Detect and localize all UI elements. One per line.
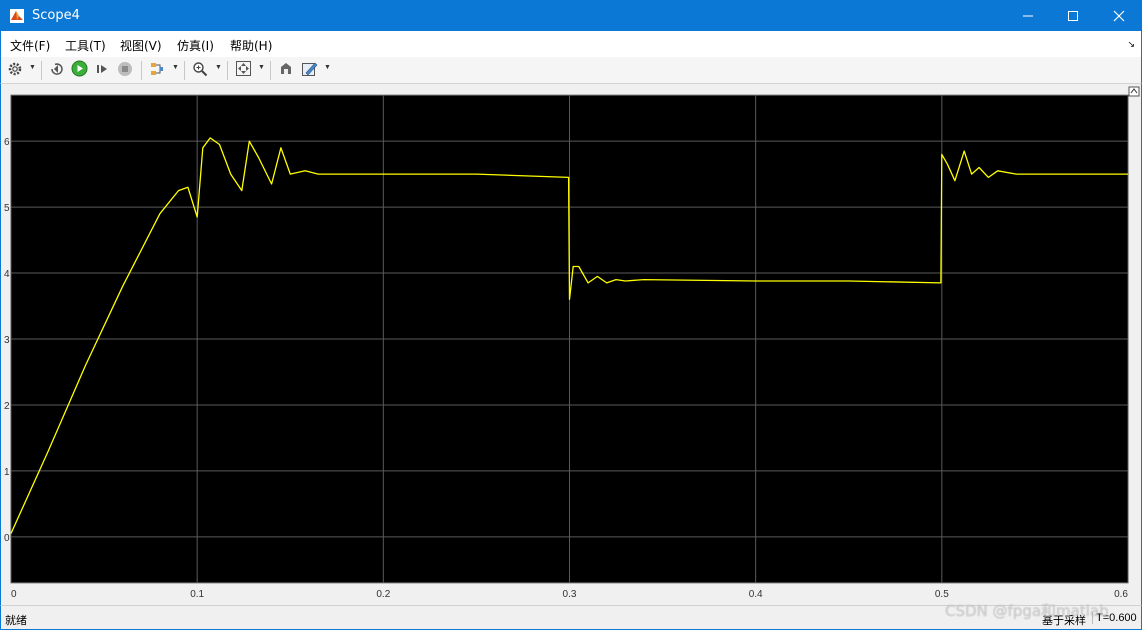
restore-view-button[interactable] bbox=[277, 61, 295, 79]
y-tick-label: 5 bbox=[4, 203, 10, 214]
maximize-button[interactable] bbox=[1050, 0, 1096, 31]
toolbar-separator bbox=[227, 61, 228, 80]
autoscale-icon bbox=[235, 60, 252, 80]
window-title: Scope4 bbox=[32, 8, 80, 23]
close-button[interactable] bbox=[1096, 0, 1142, 31]
x-tick-label: 0.1 bbox=[190, 589, 204, 600]
restore-icon bbox=[278, 61, 294, 80]
run-button[interactable] bbox=[70, 60, 88, 80]
toolbar-separator bbox=[184, 61, 185, 80]
menu-tools[interactable]: 工具(T) bbox=[65, 37, 106, 54]
menu-view[interactable]: 视图(V) bbox=[120, 37, 162, 54]
x-tick-label: 0.5 bbox=[935, 589, 949, 600]
y-tick-label: 0 bbox=[4, 533, 10, 544]
scope-plot[interactable]: 0 0.1 0.2 0.3 0.4 0.5 0.6 0 1 2 3 4 5 6 bbox=[1, 84, 1141, 605]
maximize-icon bbox=[1067, 10, 1079, 22]
toolbar-separator bbox=[41, 61, 42, 80]
minimize-icon bbox=[1022, 10, 1034, 22]
watermark: CSDN @fpga和matlab bbox=[945, 602, 1109, 620]
zoom-button[interactable] bbox=[191, 61, 209, 79]
highlight-dropdown-icon[interactable]: ▼ bbox=[172, 64, 179, 71]
dock-arrow-icon[interactable]: ↘ bbox=[1127, 39, 1135, 50]
title-bar: Scope4 bbox=[0, 0, 1142, 31]
x-tick-label: 0.3 bbox=[563, 589, 577, 600]
highlight-button[interactable] bbox=[148, 61, 166, 79]
stop-button[interactable] bbox=[116, 61, 134, 79]
style-icon bbox=[301, 60, 318, 80]
x-tick-label: 0.2 bbox=[376, 589, 390, 600]
style-button[interactable] bbox=[300, 61, 318, 79]
toolbar-separator bbox=[270, 61, 271, 80]
menu-help[interactable]: 帮助(H) bbox=[230, 37, 272, 54]
toolbar-separator bbox=[141, 61, 142, 80]
y-tick-label: 1 bbox=[4, 467, 10, 478]
step-forward-icon bbox=[94, 61, 110, 80]
y-tick-label: 4 bbox=[4, 269, 10, 280]
settings-button[interactable] bbox=[6, 61, 24, 79]
close-icon bbox=[1113, 10, 1125, 22]
y-tick-label: 6 bbox=[4, 137, 10, 148]
status-state: 就绪 bbox=[5, 614, 27, 627]
toolbar: ▼ ▼ ▼ ▼ ▼ bbox=[0, 57, 1142, 84]
zoom-in-icon bbox=[192, 61, 208, 80]
menu-bar: 文件(F) 工具(T) 视图(V) 仿真(I) 帮助(H) ↘ bbox=[0, 31, 1142, 57]
x-tick-label: 0 bbox=[11, 589, 17, 600]
highlight-icon bbox=[149, 61, 165, 80]
matlab-icon bbox=[9, 8, 25, 24]
menu-simulation[interactable]: 仿真(I) bbox=[177, 37, 214, 54]
menu-file[interactable]: 文件(F) bbox=[10, 37, 50, 54]
scope-display[interactable]: 0 0.1 0.2 0.3 0.4 0.5 0.6 0 1 2 3 4 5 6 bbox=[0, 84, 1142, 605]
step-back-icon bbox=[49, 61, 65, 80]
stop-icon bbox=[117, 61, 133, 80]
style-dropdown-icon[interactable]: ▼ bbox=[324, 64, 331, 71]
run-icon bbox=[71, 60, 88, 80]
x-tick-label: 0.6 bbox=[1114, 589, 1128, 600]
gear-icon bbox=[7, 61, 23, 80]
minimize-button[interactable] bbox=[1005, 0, 1051, 31]
step-back-button[interactable] bbox=[48, 61, 66, 79]
y-tick-label: 3 bbox=[4, 335, 10, 346]
y-tick-label: 2 bbox=[4, 401, 10, 412]
settings-dropdown-icon[interactable]: ▼ bbox=[29, 64, 36, 71]
autoscale-dropdown-icon[interactable]: ▼ bbox=[258, 64, 265, 71]
x-tick-label: 0.4 bbox=[749, 589, 763, 600]
zoom-dropdown-icon[interactable]: ▼ bbox=[215, 64, 222, 71]
step-forward-button[interactable] bbox=[93, 61, 111, 79]
autoscale-button[interactable] bbox=[234, 61, 252, 79]
